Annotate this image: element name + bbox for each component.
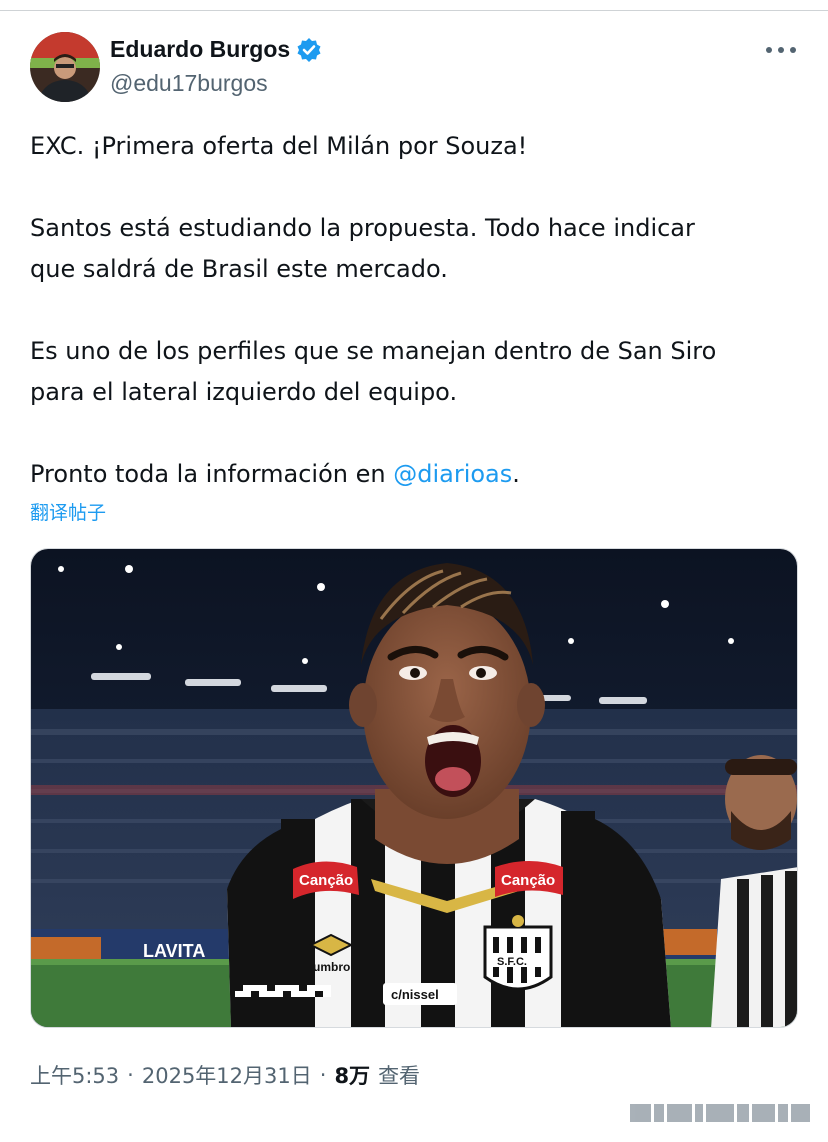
sponsor-left: Canção — [299, 872, 353, 889]
tweet-text-segment: Pronto toda la información en — [30, 460, 394, 488]
sponsor-right: Canção — [501, 872, 555, 889]
author-handle[interactable]: @edu17burgos — [110, 70, 268, 97]
tweet-line: Santos está estudiando la propuesta. Tod… — [30, 214, 695, 242]
mention-link[interactable]: @diarioas — [393, 460, 512, 488]
tweet-time[interactable]: 上午5:53 — [30, 1060, 119, 1090]
author-name[interactable]: Eduardo Burgos — [110, 36, 290, 63]
club-crest-text: S.F.C. — [497, 956, 527, 968]
tweet-line: que saldrá de Brasil este mercado. — [30, 255, 448, 283]
tweet-line: EXC. ¡Primera oferta del Milán por Souza… — [30, 132, 528, 160]
view-count: 8万 — [334, 1064, 371, 1088]
top-divider — [0, 10, 828, 11]
kit-brand-text: umbro — [313, 960, 350, 974]
tweet-line: Es uno de los perfiles que se manejan de… — [30, 337, 717, 365]
tweet-meta: 上午5:53 · 2025年12月31日 · 8万 查看 — [30, 1060, 420, 1090]
bottom-sponsor-text: c/nissel — [391, 987, 439, 1002]
tweet-text-segment: . — [512, 460, 520, 488]
tweet-date[interactable]: 2025年12月31日 — [142, 1060, 312, 1090]
ad-board-text: LAVITA — [143, 941, 205, 961]
view-count-label[interactable]: 查看 — [378, 1060, 420, 1090]
tweet-header: Eduardo Burgos @edu17burgos — [30, 32, 800, 104]
meta-separator: · — [319, 1063, 327, 1087]
watermark — [630, 1100, 810, 1126]
verified-badge-icon — [296, 37, 322, 63]
tweet-body: EXC. ¡Primera oferta del Milán por Souza… — [30, 126, 800, 495]
tweet-photo[interactable]: LAVITA Canção Canção S.F.C. umbro c/niss… — [30, 548, 798, 1028]
avatar[interactable] — [30, 32, 100, 102]
name-row: Eduardo Burgos — [110, 36, 322, 63]
tweet-line: Pronto toda la información en @diarioas. — [30, 454, 800, 495]
meta-separator: · — [127, 1063, 134, 1087]
more-options-icon[interactable] — [766, 40, 796, 60]
tweet-line: para el lateral izquierdo del equipo. — [30, 378, 458, 406]
translate-post-link[interactable]: 翻译帖子 — [30, 498, 106, 525]
